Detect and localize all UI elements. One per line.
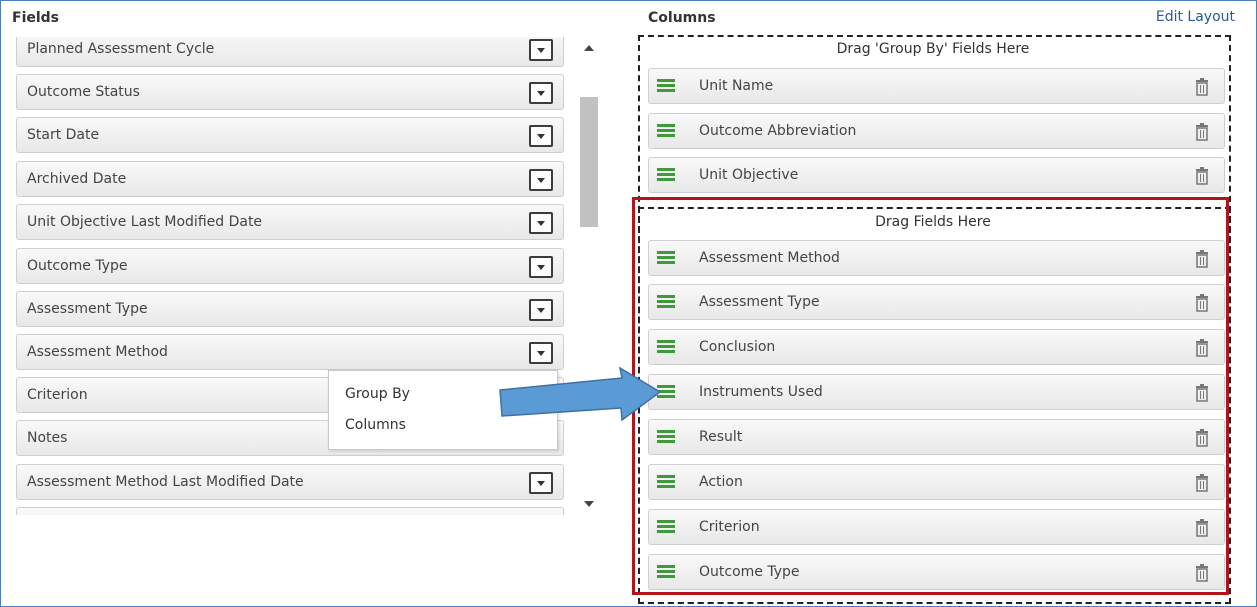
scroll-thumb[interactable] <box>580 97 598 227</box>
field-item[interactable]: Assessment Type <box>16 291 564 327</box>
scroll-down-icon[interactable] <box>584 501 594 507</box>
column-label: Unit Objective <box>699 167 799 183</box>
field-item[interactable]: Outcome Status <box>16 74 564 110</box>
chevron-down-icon[interactable] <box>529 256 553 278</box>
group-by-item[interactable]: Unit Objective <box>648 157 1225 193</box>
scroll-up-icon[interactable] <box>584 45 594 51</box>
field-label: Criterion <box>27 387 88 403</box>
edit-layout-link[interactable]: Edit Layout <box>1156 9 1235 25</box>
fields-title: Fields <box>12 10 60 26</box>
chevron-down-icon[interactable] <box>529 82 553 104</box>
field-item[interactable]: Unit Objective Last Modified Date <box>16 204 564 240</box>
fields-scrollbar[interactable] <box>578 37 600 515</box>
field-label: Outcome Type <box>27 258 128 274</box>
drag-handle-icon[interactable] <box>657 124 675 138</box>
trash-icon[interactable] <box>1194 123 1210 141</box>
highlight-box <box>632 197 1229 595</box>
chevron-down-icon[interactable] <box>529 39 553 61</box>
chevron-down-icon[interactable] <box>529 125 553 147</box>
field-item[interactable]: Planned Assessment Cycle <box>16 37 564 67</box>
field-label: Archived Date <box>27 171 127 187</box>
column-label: Unit Name <box>699 78 774 94</box>
arrow-annotation-icon <box>499 366 662 422</box>
field-label: Outcome Status <box>27 84 140 100</box>
chevron-down-icon[interactable] <box>529 342 553 364</box>
trash-icon[interactable] <box>1194 78 1210 96</box>
field-label: Assessment Type <box>27 301 148 317</box>
field-label: Notes <box>27 430 68 446</box>
field-label: Assessment Method Last Modified Date <box>27 474 304 490</box>
field-item[interactable]: Start Date <box>16 117 564 153</box>
menu-item-columns[interactable]: Columns <box>345 417 406 433</box>
field-item[interactable]: Assessment Method Last Modified Date <box>16 464 564 500</box>
drag-handle-icon[interactable] <box>657 79 675 93</box>
field-item-partial[interactable] <box>16 507 564 515</box>
field-item[interactable]: Outcome Type <box>16 248 564 284</box>
trash-icon[interactable] <box>1194 167 1210 185</box>
group-by-item[interactable]: Unit Name <box>648 68 1225 104</box>
field-label: Unit Objective Last Modified Date <box>27 214 263 230</box>
chevron-down-icon[interactable] <box>529 169 553 191</box>
field-label: Planned Assessment Cycle <box>27 41 215 57</box>
chevron-down-icon[interactable] <box>529 212 553 234</box>
columns-title: Columns <box>648 10 716 26</box>
menu-item-group-by[interactable]: Group By <box>345 386 410 402</box>
field-item[interactable]: Archived Date <box>16 161 564 197</box>
column-label: Outcome Abbreviation <box>699 123 857 139</box>
field-item[interactable]: Assessment Method <box>16 334 564 370</box>
drag-handle-icon[interactable] <box>657 168 675 182</box>
chevron-down-icon[interactable] <box>529 299 553 321</box>
chevron-down-icon[interactable] <box>529 472 553 494</box>
field-label: Start Date <box>27 127 100 143</box>
group-by-drop-hint: Drag 'Group By' Fields Here <box>836 41 1030 57</box>
group-by-item[interactable]: Outcome Abbreviation <box>648 113 1225 149</box>
field-label: Assessment Method <box>27 344 168 360</box>
